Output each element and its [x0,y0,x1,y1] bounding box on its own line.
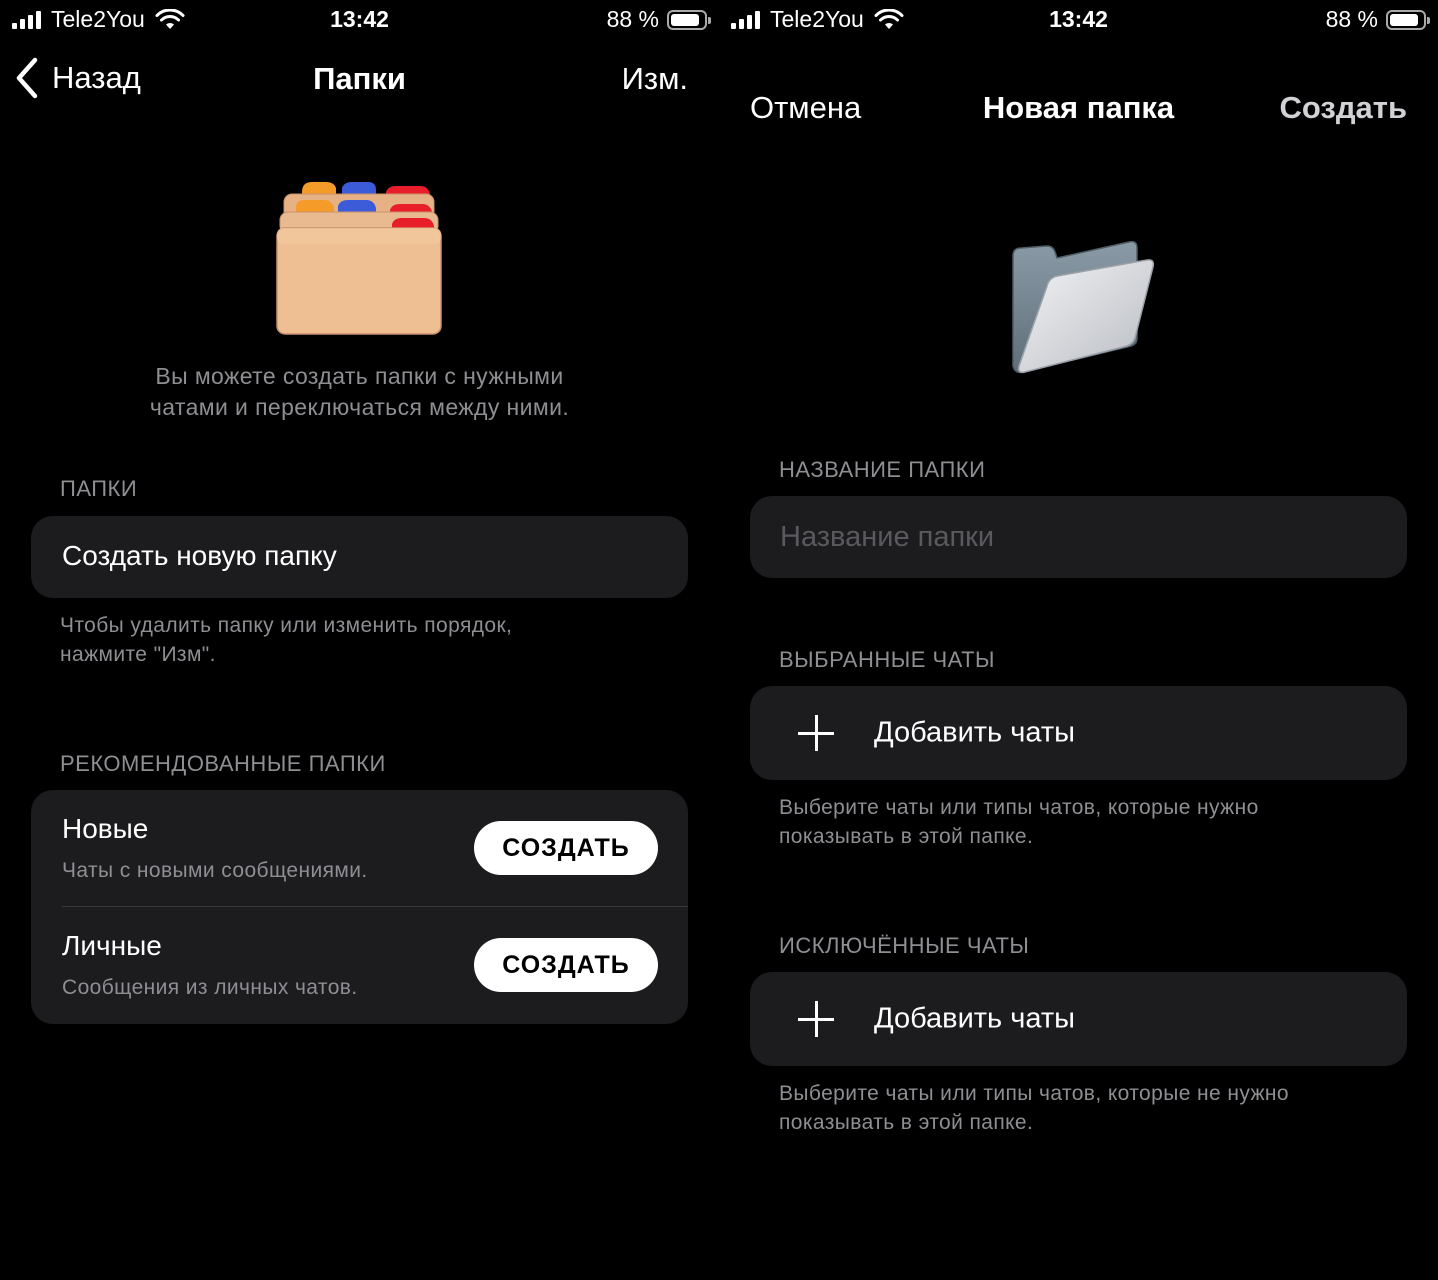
create-new-folder-button[interactable]: Создать новую папку [31,516,688,598]
create-new-folder-label: Создать новую папку [62,540,337,571]
status-bar: Tele2You 13:42 88 % [0,0,719,40]
recommended-item-title: Новые [62,813,149,844]
excluded-chats-group: Добавить чаты [750,972,1407,1066]
excluded-chats-footer-text: Выберите чаты или типы чатов, которые не… [779,1082,1289,1134]
included-chats-group: Добавить чаты [750,686,1407,780]
add-included-chats-button[interactable]: Добавить чаты [750,686,1407,780]
create-new-chats-folder-button[interactable]: СОЗДАТЬ [474,821,658,875]
intro-text: Вы можете создать папки с нужными чатами… [149,363,570,420]
plus-icon [798,715,834,751]
page-title: Папки [313,61,406,96]
folder-illustration-icon [1012,240,1155,374]
folder-name-section-header: НАЗВАНИЕ ПАПКИ [779,457,986,482]
list-item: Личные Сообщения из личных чатов. СОЗДАТ… [31,907,688,1024]
add-chats-label: Добавить чаты [874,1002,1075,1035]
status-bar: Tele2You 13:42 88 % [719,0,1438,40]
recommended-item-subtitle: Чаты с новыми сообщениями. [62,859,368,882]
battery-percent: 88 % [1325,6,1378,32]
folders-footer-text: Чтобы удалить папку или изменить порядок… [60,614,513,666]
folder-name-input[interactable] [750,496,1407,578]
nav-bar: Отмена Новая папка Создать [719,90,1438,134]
battery-icon [667,9,711,30]
recommended-item-title: Личные [62,930,162,961]
create-personal-folder-button[interactable]: СОЗДАТЬ [474,938,658,992]
folders-screen: Tele2You 13:42 88 % Назад Папки Изм. Вы … [0,0,719,1280]
battery-percent: 88 % [606,6,659,32]
folders-illustration-icon [276,182,442,335]
battery-icon [1386,9,1430,30]
add-chats-label: Добавить чаты [874,716,1075,749]
list-item: Новые Чаты с новыми сообщениями. СОЗДАТЬ [31,790,688,907]
plus-icon [798,1001,834,1037]
excluded-chats-section-header: ИСКЛЮЧЁННЫЕ ЧАТЫ [779,933,1030,958]
add-excluded-chats-button[interactable]: Добавить чаты [750,972,1407,1066]
included-chats-footer-text: Выберите чаты или типы чатов, которые ну… [779,796,1259,848]
new-folder-screen: Tele2You 13:42 88 % Отмена Новая папка С… [719,0,1438,1280]
nav-bar: Назад Папки Изм. [0,56,719,106]
create-button[interactable]: Создать [1280,90,1407,126]
folders-section-header: ПАПКИ [60,476,138,501]
recommended-item-subtitle: Сообщения из личных чатов. [62,976,358,999]
recommended-folders-list: Новые Чаты с новыми сообщениями. СОЗДАТЬ… [31,790,688,1024]
edit-button[interactable]: Изм. [622,61,688,97]
recommended-section-header: РЕКОМЕНДОВАННЫЕ ПАПКИ [60,751,386,776]
included-chats-section-header: ВЫБРАННЫЕ ЧАТЫ [779,647,996,672]
